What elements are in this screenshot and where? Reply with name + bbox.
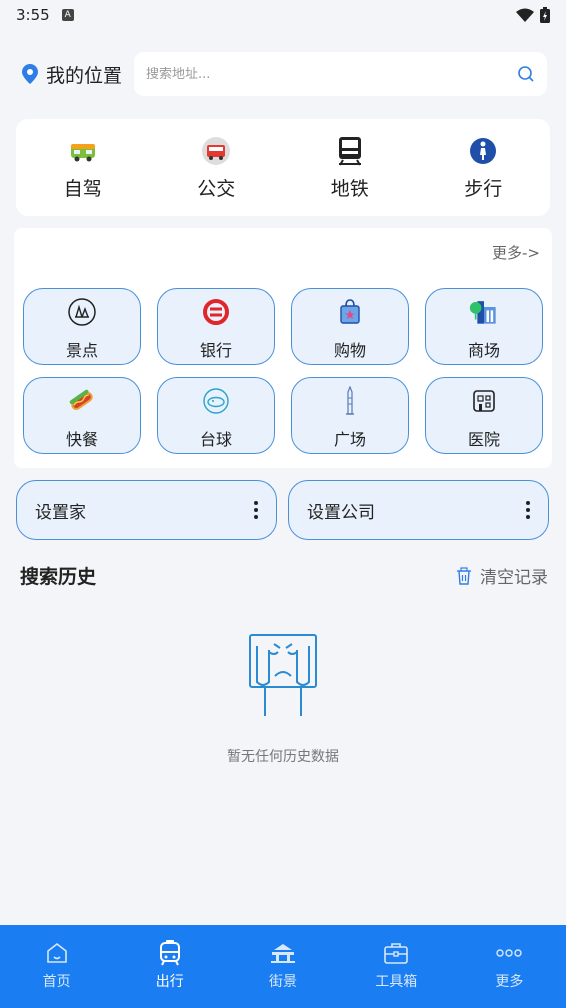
car-icon xyxy=(68,136,98,166)
search-icon[interactable] xyxy=(517,65,535,83)
my-location-label: 我的位置 xyxy=(46,64,123,87)
shopping-icon xyxy=(335,297,365,327)
nav-home[interactable]: 首页 xyxy=(0,925,113,1008)
nav-label: 工具箱 xyxy=(375,974,418,990)
bottom-nav: 首页 出行 街景 工具箱 更多 xyxy=(0,925,566,1008)
toolbox-icon xyxy=(382,939,410,967)
subway-icon xyxy=(335,136,365,166)
home-icon xyxy=(43,939,71,967)
poi-billiards[interactable]: 台球 xyxy=(157,377,275,454)
nav-label: 更多 xyxy=(495,974,524,990)
poi-scenic[interactable]: 景点 xyxy=(23,288,141,365)
transport-label: 自驾 xyxy=(63,178,102,200)
poi-label: 商场 xyxy=(467,341,500,360)
nav-travel[interactable]: 出行 xyxy=(113,925,226,1008)
transport-subway[interactable]: 地铁 xyxy=(283,119,417,216)
poi-label: 快餐 xyxy=(65,430,98,449)
company-options-icon[interactable] xyxy=(526,501,530,519)
clear-history-button[interactable]: 清空记录 xyxy=(456,563,548,588)
poi-plaza[interactable]: 广场 xyxy=(291,377,409,454)
home-options-icon[interactable] xyxy=(254,501,258,519)
poi-mall[interactable]: 商场 xyxy=(425,288,543,365)
transport-drive[interactable]: 自驾 xyxy=(16,119,150,216)
history-header: 搜索历史 清空记录 xyxy=(20,562,548,589)
nav-label: 出行 xyxy=(155,974,184,990)
transport-label: 步行 xyxy=(464,178,503,200)
wifi-icon xyxy=(516,8,534,22)
search-input[interactable] xyxy=(146,66,517,82)
empty-state: 暂无任何历史数据 xyxy=(0,632,566,766)
poi-label: 台球 xyxy=(199,430,232,449)
poi-label: 购物 xyxy=(333,341,366,360)
notification-icon: A xyxy=(61,9,74,21)
poi-label: 医院 xyxy=(467,430,500,449)
nav-label: 街景 xyxy=(269,974,297,990)
nav-toolbox[interactable]: 工具箱 xyxy=(340,925,453,1008)
nav-more[interactable]: 更多 xyxy=(453,925,566,1008)
plaza-icon xyxy=(335,386,365,416)
more-link[interactable]: 更多-> xyxy=(492,242,540,263)
poi-bank[interactable]: 银行 xyxy=(157,288,275,365)
mall-icon xyxy=(469,297,499,327)
nav-streetview[interactable]: 街景 xyxy=(226,925,339,1008)
status-time: 3:55 xyxy=(16,6,50,24)
battery-icon xyxy=(540,7,550,23)
poi-label: 银行 xyxy=(199,341,232,360)
walk-icon xyxy=(468,136,498,166)
set-company-label: 设置公司 xyxy=(307,502,375,523)
nav-label: 首页 xyxy=(42,974,71,990)
fastfood-icon xyxy=(67,386,97,416)
transport-mode-card: 自驾 公交 地铁 步行 xyxy=(16,119,550,216)
poi-label: 景点 xyxy=(65,341,98,360)
more-icon xyxy=(495,939,523,967)
trash-icon xyxy=(457,566,471,585)
my-location-button[interactable]: 我的位置 xyxy=(22,61,134,88)
history-title: 搜索历史 xyxy=(20,566,97,588)
set-home-button[interactable]: 设置家 xyxy=(16,480,277,540)
poi-hospital[interactable]: 医院 xyxy=(425,377,543,454)
empty-crying-icon xyxy=(249,634,317,716)
poi-label: 广场 xyxy=(333,430,366,449)
scenic-icon xyxy=(67,297,97,327)
status-bar: 3:55 A xyxy=(0,0,566,30)
bus-icon xyxy=(201,136,231,166)
streetview-icon xyxy=(269,939,297,967)
empty-state-text: 暂无任何历史数据 xyxy=(227,749,339,765)
poi-category-card: 更多-> 景点 银行 购物 商场 快餐 台球 广场 医院 xyxy=(14,228,552,468)
travel-icon xyxy=(156,939,184,967)
billiards-icon xyxy=(201,386,231,416)
transport-walk[interactable]: 步行 xyxy=(417,119,551,216)
transport-label: 公交 xyxy=(197,178,236,200)
poi-shopping[interactable]: 购物 xyxy=(291,288,409,365)
transport-bus[interactable]: 公交 xyxy=(150,119,284,216)
location-row: 我的位置 xyxy=(22,52,547,96)
bank-icon xyxy=(201,297,231,327)
clear-history-label: 清空记录 xyxy=(480,568,548,588)
set-company-button[interactable]: 设置公司 xyxy=(288,480,549,540)
transport-label: 地铁 xyxy=(330,178,369,200)
location-pin-icon xyxy=(22,64,38,84)
hospital-icon xyxy=(469,386,499,416)
set-home-label: 设置家 xyxy=(35,502,86,523)
search-box xyxy=(134,52,547,96)
poi-fastfood[interactable]: 快餐 xyxy=(23,377,141,454)
poi-grid: 景点 银行 购物 商场 快餐 台球 广场 医院 xyxy=(23,288,543,454)
